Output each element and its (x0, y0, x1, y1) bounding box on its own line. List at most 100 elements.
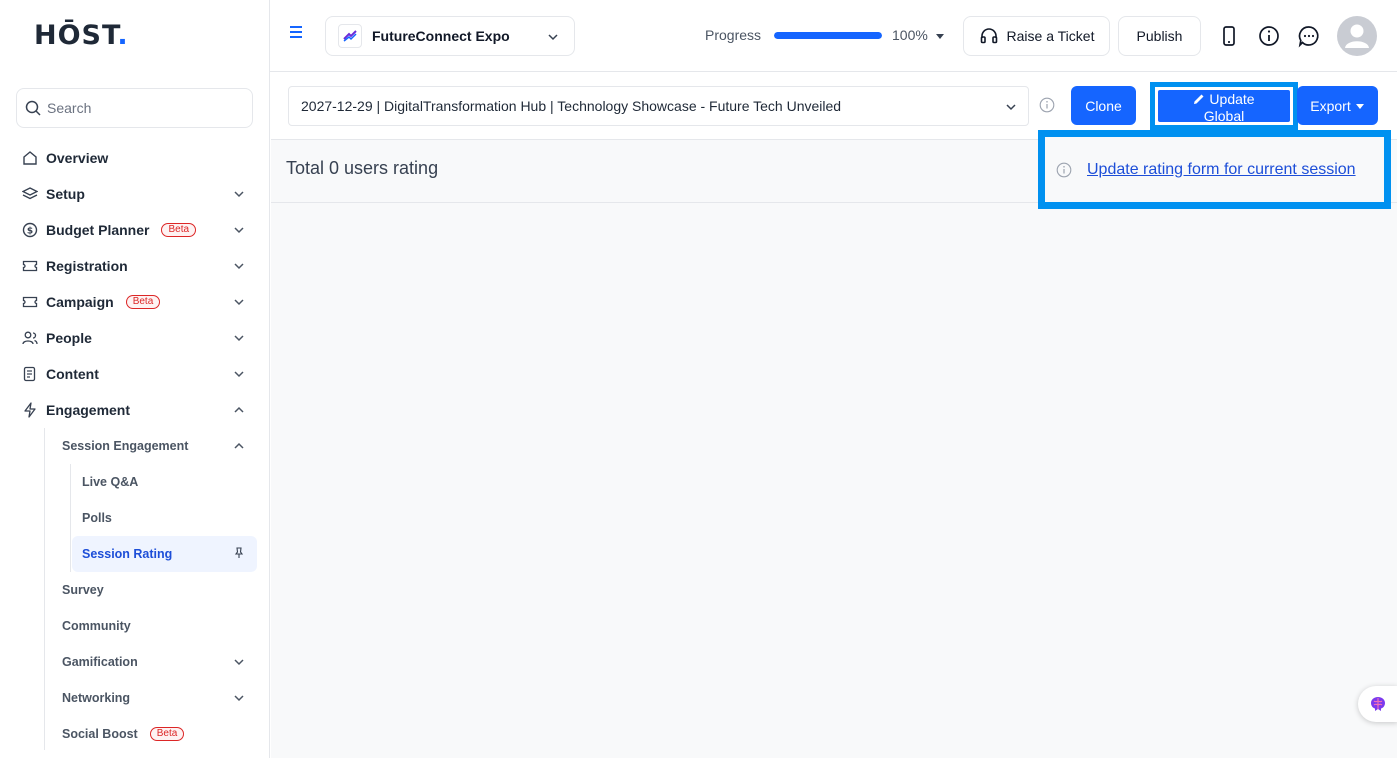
session-selected-value: 2027-12-29 | DigitalTransformation Hub |… (301, 98, 842, 114)
chevron-down-icon (1006, 104, 1016, 111)
pin-icon[interactable] (233, 547, 245, 559)
sidebar-item-label: Registration (46, 258, 128, 274)
info-icon[interactable] (1039, 97, 1055, 113)
event-selector[interactable]: FutureConnect Expo (325, 16, 575, 56)
chevron-down-icon (548, 34, 558, 41)
sidebar-item-polls[interactable]: Polls (72, 500, 257, 536)
submenu-guide-line (70, 464, 71, 572)
progress-fill (774, 32, 882, 39)
sidebar-item-label: Gamification (62, 655, 138, 669)
sidebar-item-registration[interactable]: Registration (20, 248, 256, 284)
people-icon (20, 328, 40, 348)
sidebar-item-label: People (46, 330, 92, 346)
sidebar-item-live-qa[interactable]: Live Q&A (72, 464, 257, 500)
sidebar-item-label: Social Boost (62, 727, 138, 741)
chevron-down-icon[interactable] (232, 367, 246, 381)
sidebar-item-label: Engagement (46, 402, 131, 418)
chevron-down-icon[interactable] (232, 187, 246, 201)
sidebar-item-social-boost[interactable]: Social Boost Beta (62, 716, 256, 752)
user-icon (1345, 24, 1369, 48)
sidebar-item-overview[interactable]: Overview (20, 140, 256, 176)
chevron-up-icon[interactable] (232, 403, 246, 417)
document-icon (20, 364, 40, 384)
sidebar: HŌST. Overview Setup $ Budget Planner Be… (0, 0, 270, 758)
chevron-down-icon[interactable] (232, 655, 246, 669)
beta-badge: Beta (149, 727, 185, 741)
chevron-down-icon[interactable] (232, 331, 246, 345)
dollar-icon: $ (20, 220, 40, 240)
sidebar-item-label: Session Engagement (62, 439, 189, 453)
sidebar-item-label: Polls (82, 511, 112, 525)
avatar[interactable] (1337, 16, 1377, 56)
update-global-highlight: Update Global (1150, 82, 1298, 130)
update-rating-form-link[interactable]: Update rating form for current session (1087, 161, 1356, 179)
layers-icon (20, 184, 40, 204)
clone-button[interactable]: Clone (1071, 86, 1136, 125)
search-input[interactable] (47, 100, 237, 116)
sidebar-item-label: Session Rating (82, 547, 173, 561)
sidebar-item-networking[interactable]: Networking (62, 680, 256, 716)
progress-bar (774, 32, 882, 39)
update-global-button[interactable]: Update Global (1158, 90, 1290, 122)
sidebar-item-setup[interactable]: Setup (20, 176, 256, 212)
total-users-rating: Total 0 users rating (286, 158, 439, 178)
search-icon (25, 100, 41, 116)
event-logo-icon (338, 24, 362, 48)
info-icon[interactable] (1257, 24, 1281, 48)
home-icon (20, 148, 40, 168)
sidebar-item-people[interactable]: People (20, 320, 256, 356)
chat-icon[interactable] (1297, 24, 1321, 48)
event-name: FutureConnect Expo (372, 28, 510, 44)
beta-badge: Beta (125, 295, 161, 309)
top-bar: FutureConnect Expo Progress 100% Raise a… (270, 0, 1397, 72)
sidebar-item-label: Community (62, 619, 131, 633)
caret-down-icon[interactable] (934, 30, 946, 42)
sidebar-item-budget-planner[interactable]: $ Budget Planner Beta (20, 212, 256, 248)
chevron-down-icon[interactable] (232, 691, 246, 705)
session-selector[interactable]: 2027-12-29 | DigitalTransformation Hub |… (288, 86, 1029, 126)
ticket-icon (20, 256, 40, 276)
sidebar-item-label: Campaign (46, 294, 114, 310)
main-content: 2027-12-29 | DigitalTransformation Hub |… (271, 73, 1397, 758)
mobile-icon[interactable] (1217, 24, 1241, 48)
submenu-guide-line (44, 428, 45, 750)
chevron-down-icon[interactable] (232, 223, 246, 237)
sidebar-item-engagement[interactable]: Engagement (20, 392, 256, 428)
ticket-icon (20, 292, 40, 312)
host-logo[interactable]: HŌST. (34, 20, 129, 51)
chevron-up-icon[interactable] (232, 439, 246, 453)
search-box (16, 88, 253, 128)
sidebar-item-label: Survey (62, 583, 104, 597)
sidebar-item-content[interactable]: Content (20, 356, 256, 392)
update-rating-highlight: Update rating form for current session (1038, 130, 1391, 209)
beta-badge: Beta (161, 223, 197, 237)
sidebar-item-label: Overview (46, 150, 109, 166)
sidebar-item-gamification[interactable]: Gamification (62, 644, 256, 680)
progress-percent: 100% (892, 27, 928, 43)
sidebar-item-label: Networking (62, 691, 131, 705)
chevron-down-icon[interactable] (232, 259, 246, 273)
sidebar-item-session-rating[interactable]: Session Rating (72, 536, 257, 572)
menu-icon[interactable] (288, 24, 304, 40)
lightning-icon (20, 400, 40, 420)
sidebar-item-session-engagement[interactable]: Session Engagement (62, 428, 256, 464)
sidebar-item-label: Setup (46, 186, 85, 202)
export-button[interactable]: Export (1297, 86, 1378, 125)
sidebar-item-label: Budget Planner (46, 222, 150, 238)
sidebar-item-label: Live Q&A (82, 475, 139, 489)
info-icon (1056, 162, 1072, 177)
rating-summary-bar: Total 0 users rating Update rating form … (271, 130, 1397, 209)
assistant-button[interactable] (1358, 686, 1397, 722)
sidebar-item-survey[interactable]: Survey (62, 572, 256, 608)
sidebar-item-community[interactable]: Community (62, 608, 256, 644)
sidebar-item-campaign[interactable]: Campaign Beta (20, 284, 256, 320)
brain-icon (1371, 697, 1385, 711)
sidebar-item-label: Content (46, 366, 99, 382)
raise-ticket-button[interactable]: Raise a Ticket (963, 16, 1110, 56)
svg-text:$: $ (27, 227, 33, 237)
chevron-down-icon[interactable] (232, 295, 246, 309)
headset-icon (980, 28, 997, 44)
progress-label: Progress (705, 27, 762, 43)
publish-button[interactable]: Publish (1118, 16, 1201, 56)
caret-down-icon (1355, 103, 1364, 109)
